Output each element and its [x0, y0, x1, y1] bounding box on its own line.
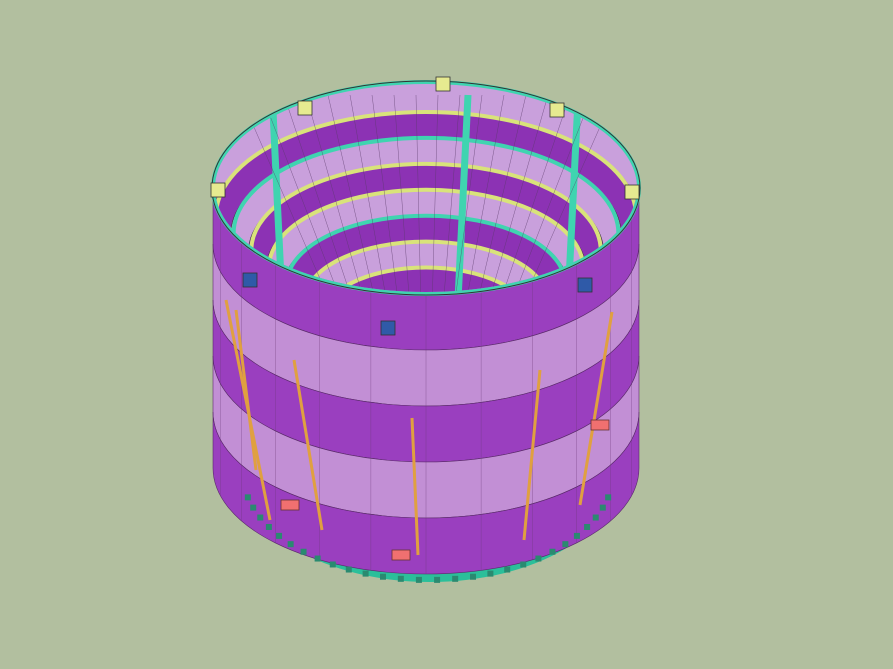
rim-bracket: [380, 320, 396, 336]
rim-bracket: [210, 182, 226, 198]
base-bolt: [244, 494, 251, 501]
base-bolt: [592, 514, 599, 521]
base-bolt: [605, 494, 612, 501]
base-bolt: [573, 532, 580, 539]
base-bolt: [287, 541, 294, 548]
base-bolt: [562, 541, 569, 548]
tank-model-canvas[interactable]: [0, 0, 893, 669]
base-bolt: [504, 566, 511, 573]
base-bolt: [329, 561, 336, 568]
base-bolt: [469, 573, 476, 580]
base-bolt: [487, 570, 494, 577]
base-bolt: [434, 576, 441, 583]
base-bolt: [415, 576, 422, 583]
3d-viewport[interactable]: [0, 0, 893, 669]
base-bolt: [345, 566, 352, 573]
base-bolt: [265, 523, 272, 530]
base-bolt: [535, 555, 542, 562]
rim-bracket: [549, 102, 565, 118]
base-bolt: [362, 570, 369, 577]
rim-bracket: [624, 184, 640, 200]
base-bolt: [300, 548, 307, 555]
rim-bracket: [242, 272, 258, 288]
base-lug: [280, 499, 300, 511]
base-lug: [590, 419, 610, 431]
base-bolt: [380, 573, 387, 580]
rim-bracket: [577, 277, 593, 293]
base-bolt: [397, 575, 404, 582]
base-bolt: [314, 555, 321, 562]
base-bolt: [584, 523, 591, 530]
base-bolt: [549, 548, 556, 555]
base-bolt: [599, 504, 606, 511]
base-bolt: [250, 504, 257, 511]
base-lug: [391, 549, 411, 561]
base-bolt: [276, 532, 283, 539]
base-bolt: [257, 514, 264, 521]
base-bolt: [452, 575, 459, 582]
base-bolt: [520, 561, 527, 568]
rim-bracket: [297, 100, 313, 116]
rim-bracket: [435, 76, 451, 92]
